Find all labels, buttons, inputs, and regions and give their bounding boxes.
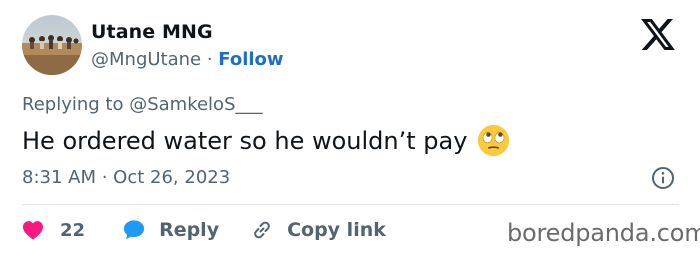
tweet-text: He ordered water so he wouldn’t pay bbox=[22, 124, 510, 157]
watermark: boredpanda.com bbox=[507, 219, 700, 247]
like-count: 22 bbox=[60, 219, 86, 241]
timestamp[interactable]: 8:31 AM · Oct 26, 2023 bbox=[22, 167, 230, 188]
info-icon[interactable] bbox=[651, 166, 675, 190]
user-handle[interactable]: @MngUtane bbox=[91, 49, 201, 70]
display-name[interactable]: Utane MNG bbox=[91, 21, 213, 43]
tweet-body: He ordered water so he wouldn’t pay bbox=[22, 126, 468, 155]
divider bbox=[22, 204, 679, 205]
rolling-eyes-emoji-icon bbox=[477, 124, 510, 157]
reply-label: Reply bbox=[159, 219, 220, 241]
tweet-card: Utane MNG @MngUtane · Follow Replying to… bbox=[0, 0, 700, 256]
like-button[interactable]: 22 bbox=[22, 220, 85, 241]
heart-icon bbox=[23, 221, 43, 240]
tweet-time: 8:31 AM bbox=[22, 167, 96, 188]
avatar[interactable] bbox=[22, 15, 82, 75]
mention-link[interactable]: @SamkeloS___ bbox=[129, 94, 262, 115]
follow-button[interactable]: Follow bbox=[218, 49, 283, 70]
reply-button[interactable]: Reply bbox=[123, 219, 219, 241]
date-separator: · bbox=[96, 167, 114, 188]
handle-line: @MngUtane · Follow bbox=[91, 49, 284, 70]
copy-link-button[interactable]: Copy link bbox=[250, 218, 386, 242]
avatar-photo bbox=[22, 15, 82, 75]
link-icon bbox=[254, 221, 270, 239]
x-logo-icon[interactable] bbox=[641, 19, 675, 50]
handle-separator: · bbox=[201, 49, 219, 70]
copy-link-label: Copy link bbox=[287, 219, 386, 241]
reply-context: Replying to @SamkeloS___ bbox=[22, 94, 263, 115]
action-bar: 22 Reply Copy link bbox=[22, 214, 386, 246]
speech-bubble-icon bbox=[123, 220, 145, 240]
reply-context-prefix: Replying to bbox=[22, 94, 130, 115]
tweet-date: Oct 26, 2023 bbox=[113, 167, 231, 188]
